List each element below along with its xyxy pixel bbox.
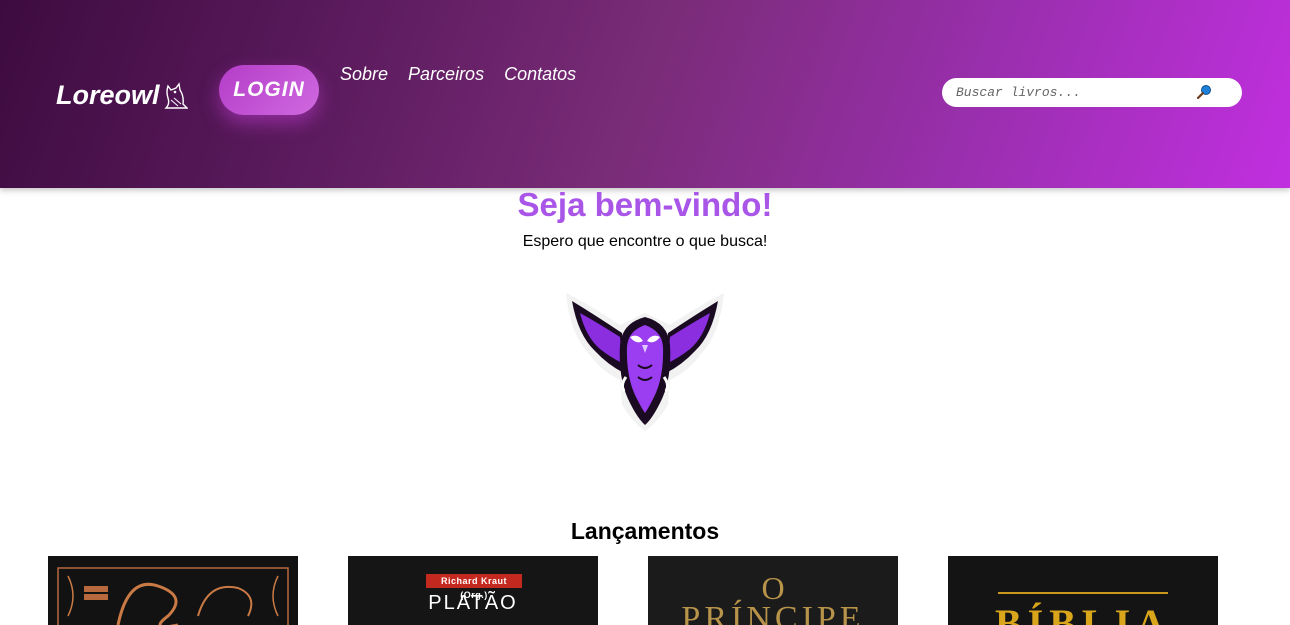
- main-nav: Sobre Parceiros Contatos: [340, 64, 596, 85]
- search-input[interactable]: [954, 84, 1193, 101]
- search-bar: [942, 78, 1242, 107]
- logo[interactable]: Loreowl: [56, 80, 188, 111]
- site-header: Loreowl LOGIN Sobre Parceiros Contatos: [0, 0, 1290, 188]
- logo-text: Loreowl: [56, 80, 160, 110]
- nav-link-parceiros[interactable]: Parceiros: [408, 64, 484, 85]
- welcome-heading: Seja bem-vindo!: [517, 186, 773, 223]
- nav-link-sobre[interactable]: Sobre: [340, 64, 388, 85]
- releases-heading: Lançamentos: [570, 518, 720, 544]
- book-card-4[interactable]: BÍBLIA: [948, 556, 1218, 625]
- book-title: BÍBLIA: [994, 601, 1172, 625]
- search-icon[interactable]: [1196, 84, 1212, 100]
- book-card-3[interactable]: O PRÍNCIPE: [648, 556, 898, 625]
- login-button[interactable]: LOGIN: [219, 65, 319, 115]
- book-card-2[interactable]: Richard Kraut (Org.) PLATÃO: [348, 556, 598, 625]
- book-author-tag: Richard Kraut (Org.): [426, 574, 522, 600]
- welcome-subtitle: Espero que encontre o que busca!: [522, 233, 768, 250]
- book-cover-ornament-icon: [57, 567, 289, 625]
- cover-rule: [998, 592, 1168, 594]
- owl-logo-icon: [163, 81, 188, 109]
- book-title: PRÍNCIPE: [681, 600, 865, 625]
- nav-link-contatos[interactable]: Contatos: [504, 64, 576, 85]
- book-card-1[interactable]: [48, 556, 298, 625]
- owl-mascot-image: [566, 293, 724, 431]
- book-title: PLATÃO: [428, 592, 518, 614]
